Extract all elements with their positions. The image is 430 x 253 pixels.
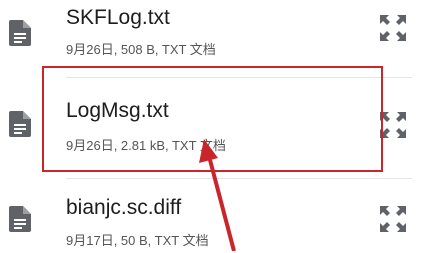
document-icon (9, 206, 31, 232)
document-icon (9, 20, 31, 46)
file-name: bianjc.sc.diff (66, 196, 182, 219)
document-icon (9, 111, 31, 137)
file-meta: 9月17日, 50 B, TXT 文档 (66, 233, 209, 248)
file-name: SKFLog.txt (66, 6, 170, 29)
file-item-bianjc[interactable]: bianjc.sc.diff 9月17日, 50 B, TXT 文档 (0, 168, 430, 253)
expand-button[interactable] (376, 11, 410, 45)
expand-icon (380, 15, 406, 41)
annotation-highlight-box (42, 66, 383, 172)
expand-button[interactable] (376, 202, 410, 236)
file-meta: 9月26日, 508 B, TXT 文档 (66, 42, 216, 57)
expand-icon (380, 206, 406, 232)
